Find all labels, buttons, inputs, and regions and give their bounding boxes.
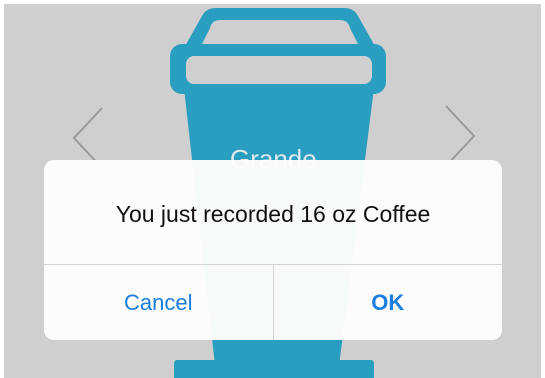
confirmation-alert: You just recorded 16 oz Coffee Cancel OK xyxy=(44,160,502,340)
record-button[interactable] xyxy=(174,360,374,378)
ok-button[interactable]: OK xyxy=(272,265,503,340)
cancel-button[interactable]: Cancel xyxy=(44,265,273,340)
alert-message: You just recorded 16 oz Coffee xyxy=(115,200,431,227)
alert-actions: Cancel OK xyxy=(44,264,502,340)
chevron-right-icon[interactable] xyxy=(442,104,478,168)
